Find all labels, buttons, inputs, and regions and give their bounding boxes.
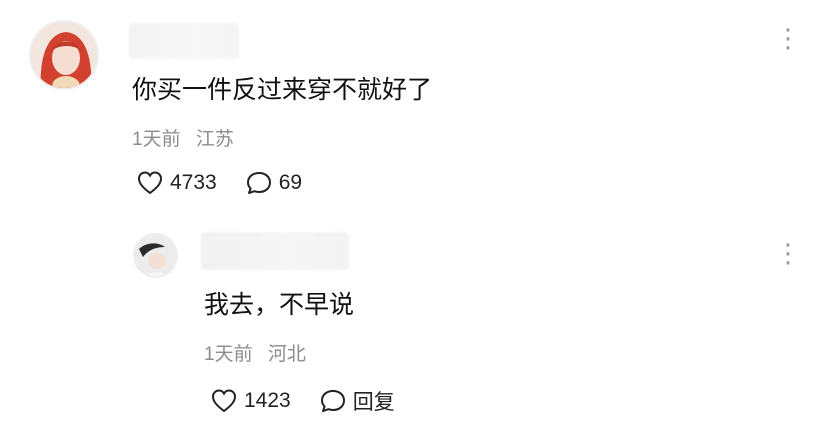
chat-bubble-icon: [246, 172, 271, 194]
reply-count-button[interactable]: 69: [245, 170, 302, 196]
reply-location: 河北: [267, 344, 306, 365]
reply-meta: 1天前 河北: [204, 339, 306, 366]
like-count: 1423: [244, 389, 291, 412]
more-dots-icon[interactable]: ⋮: [775, 240, 803, 266]
more-dots-icon[interactable]: ⋮: [775, 25, 803, 51]
reply-time: 1天前: [204, 344, 253, 365]
chat-bubble-icon: [320, 390, 345, 412]
like-button[interactable]: 1423: [210, 388, 291, 414]
comment-meta: 1天前 江苏: [132, 124, 234, 151]
replier-avatar[interactable]: [133, 233, 178, 278]
replier-name-blurred[interactable]: [201, 232, 349, 270]
comment-text: 你买一件反过来穿不就好了: [132, 76, 433, 104]
comment-time: 1天前: [132, 129, 181, 150]
commenter-avatar[interactable]: [29, 20, 99, 90]
reply-button[interactable]: 回复: [319, 386, 395, 416]
reply-text: 我去，不早说: [204, 291, 355, 319]
commenter-name-blurred[interactable]: [129, 23, 239, 59]
comment-actions: 4733 69: [136, 170, 330, 196]
like-count: 4733: [170, 171, 217, 194]
reply-actions: 1423 回复: [210, 386, 423, 416]
reply-label: 回复: [352, 391, 395, 414]
reply-count: 69: [278, 171, 303, 194]
like-button[interactable]: 4733: [136, 170, 217, 196]
heart-icon: [211, 389, 237, 413]
heart-icon: [137, 171, 163, 195]
comment-location: 江苏: [195, 129, 234, 150]
